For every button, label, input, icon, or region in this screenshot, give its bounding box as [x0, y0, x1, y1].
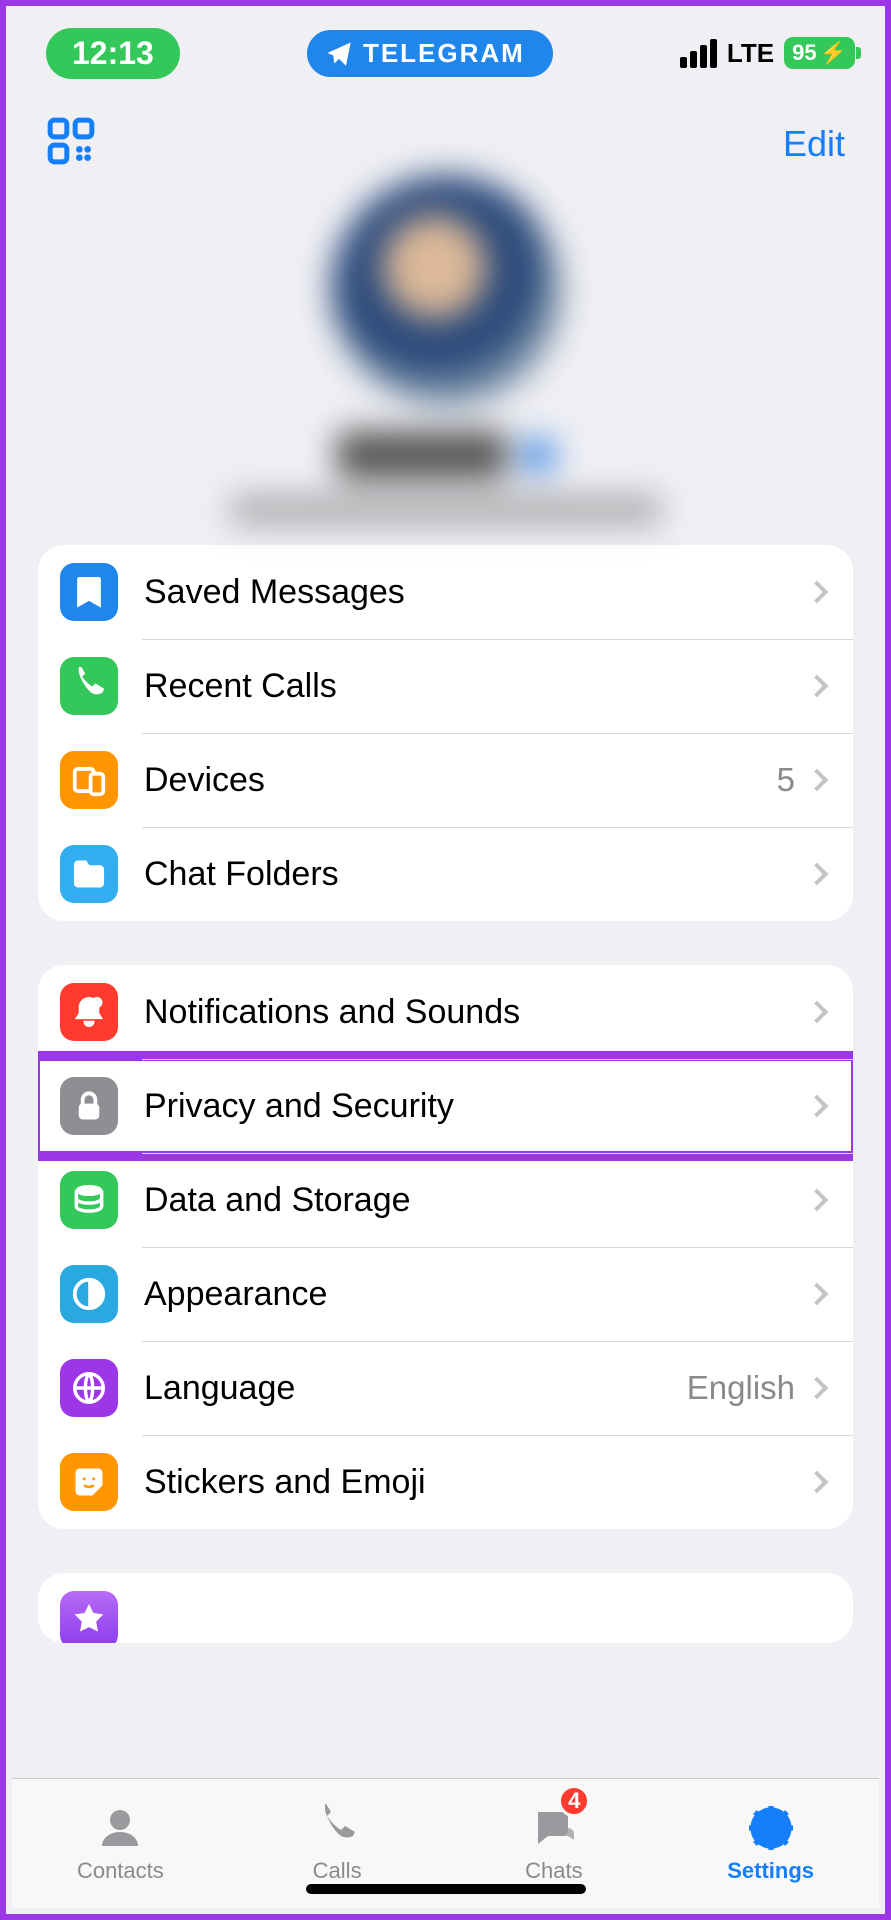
row-stickers-emoji[interactable]: Stickers and Emoji — [38, 1435, 853, 1529]
database-icon — [60, 1171, 118, 1229]
chevron-right-icon — [806, 1377, 829, 1400]
chevron-right-icon — [806, 863, 829, 886]
row-label: Saved Messages — [144, 573, 809, 612]
app-return-pill[interactable]: TELEGRAM — [307, 30, 553, 77]
verified-badge-icon — [521, 438, 555, 472]
row-value: 5 — [777, 761, 795, 799]
phone-icon — [313, 1804, 361, 1852]
row-chat-folders[interactable]: Chat Folders — [38, 827, 853, 921]
row-label: Recent Calls — [144, 667, 809, 706]
tab-label: Settings — [727, 1858, 814, 1884]
row-label: Appearance — [144, 1275, 809, 1314]
row-label: Stickers and Emoji — [144, 1463, 809, 1502]
chevron-right-icon — [806, 1189, 829, 1212]
row-devices[interactable]: Devices 5 — [38, 733, 853, 827]
tab-label: Contacts — [77, 1858, 164, 1884]
avatar — [331, 175, 561, 405]
row-label: Devices — [144, 761, 777, 800]
cellular-signal-icon — [680, 39, 717, 68]
qr-code-icon — [46, 116, 96, 166]
row-language[interactable]: Language English — [38, 1341, 853, 1435]
paper-plane-icon — [325, 39, 353, 67]
settings-group-2: Notifications and Sounds Privacy and Sec… — [38, 965, 853, 1529]
settings-group-1: Saved Messages Recent Calls Devices 5 Ch… — [38, 545, 853, 921]
chevron-right-icon — [806, 675, 829, 698]
profile-name — [337, 431, 507, 479]
app-return-label: TELEGRAM — [363, 38, 525, 69]
chevron-right-icon — [806, 1471, 829, 1494]
clock-pill: 12:13 — [46, 28, 180, 79]
contrast-icon — [60, 1265, 118, 1323]
folder-icon — [60, 845, 118, 903]
settings-group-3-peek — [38, 1573, 853, 1643]
lock-icon — [60, 1077, 118, 1135]
sticker-icon — [60, 1453, 118, 1511]
unread-badge: 4 — [558, 1785, 590, 1817]
row-value: English — [687, 1369, 795, 1407]
row-label: Notifications and Sounds — [144, 993, 809, 1032]
tab-contacts[interactable]: Contacts — [12, 1779, 229, 1908]
bell-icon — [60, 983, 118, 1041]
chevron-right-icon — [806, 581, 829, 604]
row-label: Language — [144, 1369, 687, 1408]
qr-code-button[interactable] — [46, 116, 96, 171]
status-bar: 12:13 TELEGRAM LTE 95⚡ — [6, 18, 885, 88]
row-label: Data and Storage — [144, 1181, 809, 1220]
row-premium[interactable] — [38, 1573, 853, 1643]
row-privacy-security[interactable]: Privacy and Security — [38, 1059, 853, 1153]
row-saved-messages[interactable]: Saved Messages — [38, 545, 853, 639]
profile-header[interactable] — [6, 175, 885, 545]
tab-settings[interactable]: Settings — [662, 1779, 879, 1908]
row-data-storage[interactable]: Data and Storage — [38, 1153, 853, 1247]
chevron-right-icon — [806, 1283, 829, 1306]
row-notifications[interactable]: Notifications and Sounds — [38, 965, 853, 1059]
gear-icon — [747, 1804, 795, 1852]
bookmark-icon — [60, 563, 118, 621]
contacts-icon — [96, 1804, 144, 1852]
profile-subtitle — [231, 495, 661, 525]
row-label: Chat Folders — [144, 855, 809, 894]
network-type: LTE — [727, 38, 774, 69]
bolt-icon: ⚡ — [820, 40, 847, 66]
tab-label: Chats — [525, 1858, 582, 1884]
chevron-right-icon — [806, 1001, 829, 1024]
chevron-right-icon — [806, 769, 829, 792]
globe-icon — [60, 1359, 118, 1417]
row-appearance[interactable]: Appearance — [38, 1247, 853, 1341]
edit-button[interactable]: Edit — [783, 123, 845, 165]
home-indicator[interactable] — [306, 1884, 586, 1894]
row-label: Privacy and Security — [144, 1087, 809, 1126]
premium-icon — [60, 1591, 118, 1643]
chevron-right-icon — [806, 1095, 829, 1118]
tab-label: Calls — [313, 1858, 362, 1884]
row-recent-calls[interactable]: Recent Calls — [38, 639, 853, 733]
phone-icon — [60, 657, 118, 715]
devices-icon — [60, 751, 118, 809]
battery-indicator: 95⚡ — [784, 37, 855, 69]
